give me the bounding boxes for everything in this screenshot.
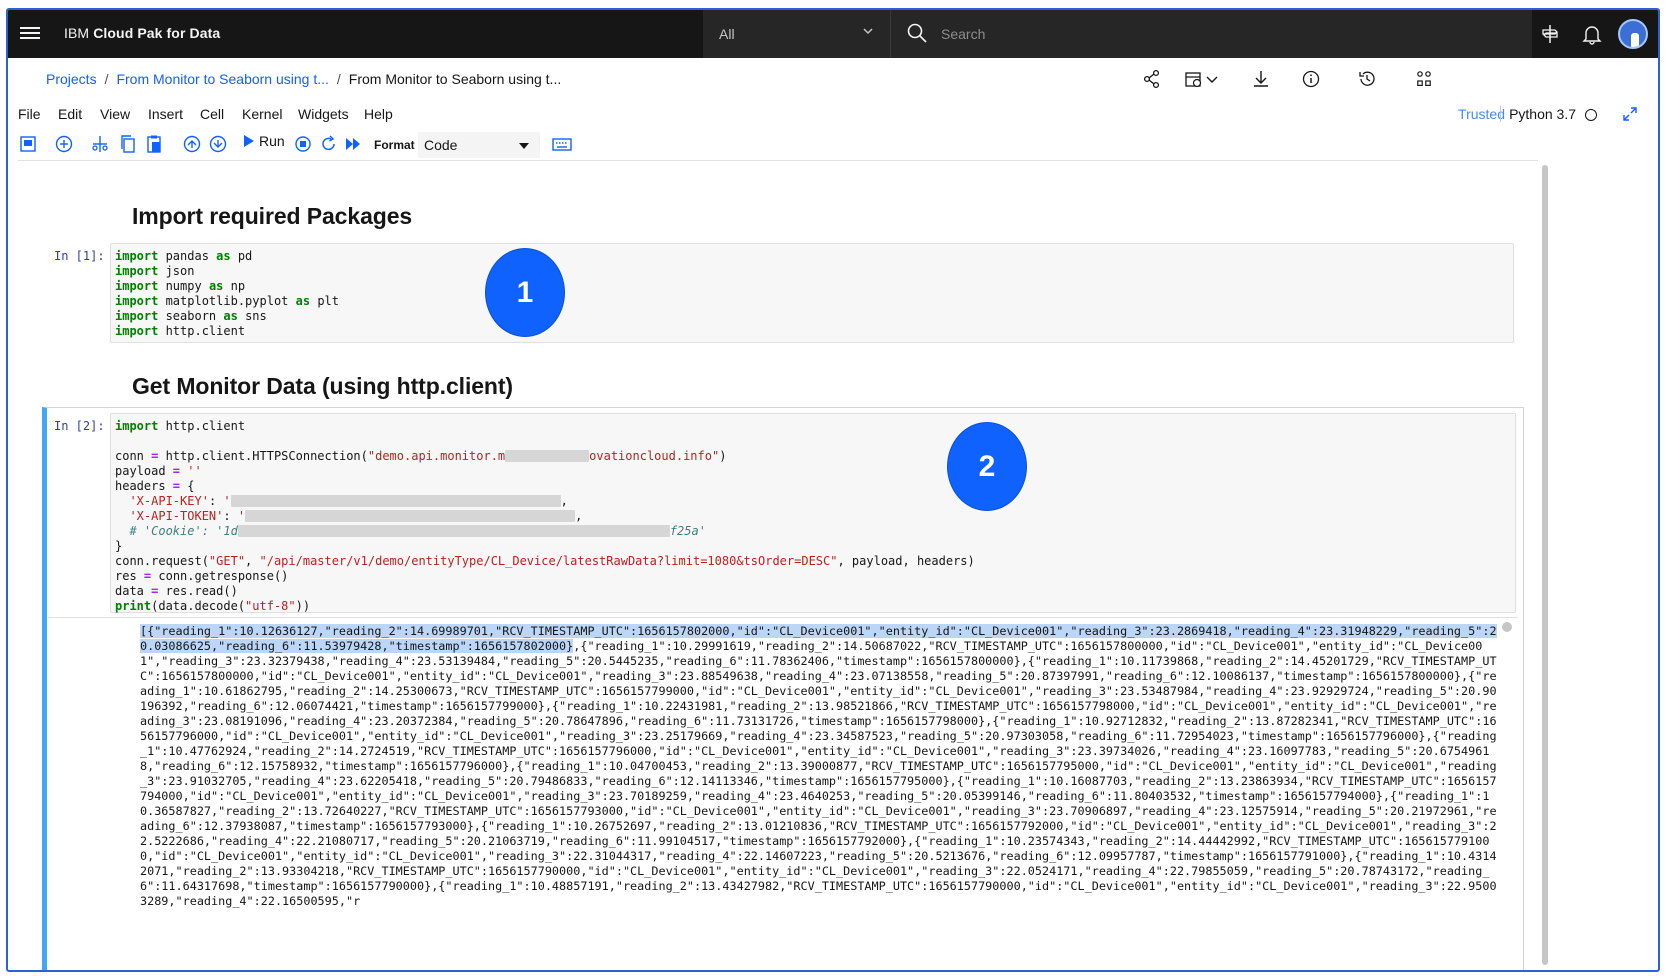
top-navigation-bar: IBM Cloud Pak for Data All [8, 10, 1658, 58]
signpost-icon[interactable] [1538, 22, 1562, 46]
search-input[interactable] [941, 20, 1501, 48]
breadcrumb-projects[interactable]: Projects [46, 71, 97, 87]
breadcrumb-separator: / [104, 71, 109, 87]
hamburger-menu-icon[interactable] [20, 24, 40, 44]
download-icon[interactable] [1250, 68, 1272, 90]
menu-file[interactable]: File [18, 106, 41, 122]
cell-type-value: Code [424, 137, 458, 153]
notebook-scrollbar[interactable] [1540, 165, 1550, 965]
version-history-icon[interactable] [1356, 68, 1378, 90]
menu-help[interactable]: Help [364, 106, 393, 122]
keyboard-icon[interactable] [551, 134, 573, 154]
cell-output[interactable]: [{"reading_1":10.12636127,"reading_2":14… [48, 617, 1518, 967]
search-scope-dropdown[interactable]: All [703, 10, 890, 58]
code-cell-imports[interactable]: import pandas as pd import json import n… [110, 243, 1514, 343]
play-icon [244, 135, 254, 147]
markdown-heading[interactable]: Get Monitor Data (using http.client) [132, 373, 513, 400]
output-text: [{"reading_1":10.12636127,"reading_2":14… [140, 624, 1500, 909]
caret-down-icon [519, 143, 529, 149]
search-scope-value: All [719, 26, 735, 42]
notification-bell-icon[interactable] [1580, 22, 1604, 46]
save-icon[interactable] [18, 134, 38, 154]
format-label: Format [374, 138, 415, 152]
restart-kernel-icon[interactable] [319, 134, 339, 154]
output-scroll-handle[interactable] [1502, 622, 1512, 632]
restart-run-all-icon[interactable] [343, 134, 363, 154]
output-remaining-text: ,{"reading_1":10.29991619,"reading_2":14… [140, 639, 1497, 908]
step-badge: 1 [486, 249, 564, 336]
notebook-menubar: File Edit View Insert Cell Kernel Widget… [8, 100, 1658, 128]
cell-prompt: In [1]: [54, 249, 105, 263]
chevron-down-icon [863, 28, 873, 35]
breadcrumb: Projects / From Monitor to Seaborn using t… [46, 71, 561, 87]
menu-insert[interactable]: Insert [148, 106, 183, 122]
cut-icon[interactable] [90, 134, 110, 154]
information-icon[interactable] [1300, 68, 1322, 90]
menu-widgets[interactable]: Widgets [298, 106, 349, 122]
cell-type-select[interactable]: Code [418, 132, 540, 158]
code-snippets-icon[interactable] [1413, 68, 1435, 90]
copy-icon[interactable] [118, 134, 138, 154]
step-badge: 2 [948, 423, 1026, 510]
menu-edit[interactable]: Edit [58, 106, 82, 122]
global-search [890, 10, 1532, 58]
brand-name: Cloud Pak for Data [93, 25, 221, 41]
run-label: Run [259, 133, 285, 149]
share-icon[interactable] [1141, 68, 1163, 90]
notebook-toolbar: Run Format Code [8, 128, 1658, 160]
run-button[interactable]: Run [244, 133, 285, 149]
move-up-icon[interactable] [182, 134, 202, 154]
user-avatar[interactable] [1618, 19, 1648, 49]
move-down-icon[interactable] [208, 134, 228, 154]
interrupt-kernel-icon[interactable] [293, 134, 313, 154]
menu-kernel[interactable]: Kernel [242, 106, 282, 122]
expand-icon[interactable] [1622, 106, 1638, 122]
add-cell-icon[interactable] [54, 134, 74, 154]
schedule-job-icon[interactable] [1183, 68, 1205, 90]
kernel-name[interactable]: Python 3.7 [1500, 106, 1576, 122]
breadcrumb-project[interactable]: From Monitor to Seaborn using t... [116, 71, 328, 87]
menu-cell[interactable]: Cell [200, 106, 224, 122]
menu-view[interactable]: View [100, 106, 130, 122]
markdown-heading[interactable]: Import required Packages [132, 203, 412, 230]
paste-icon[interactable] [144, 134, 164, 154]
code-cell-http-request[interactable]: import http.client conn = http.client.HT… [110, 413, 1516, 613]
brand-prefix: IBM [64, 25, 90, 41]
browser-frame: IBM Cloud Pak for Data All Projects / From… [6, 8, 1660, 972]
breadcrumb-separator: / [336, 71, 341, 87]
breadcrumb-notebook: From Monitor to Seaborn using t... [348, 71, 562, 87]
notebook-area: Import required Packages In [1]: import … [18, 160, 1538, 970]
cell-prompt: In [2]: [54, 419, 105, 433]
trusted-indicator[interactable]: Trusted [1458, 106, 1505, 122]
chevron-down-icon[interactable] [1205, 68, 1219, 90]
search-icon [907, 23, 927, 43]
breadcrumb-bar: Projects / From Monitor to Seaborn using t… [8, 58, 1658, 98]
scrollbar-thumb[interactable] [1542, 165, 1548, 965]
product-brand[interactable]: IBM Cloud Pak for Data [64, 25, 220, 41]
kernel-status-icon [1585, 109, 1597, 121]
